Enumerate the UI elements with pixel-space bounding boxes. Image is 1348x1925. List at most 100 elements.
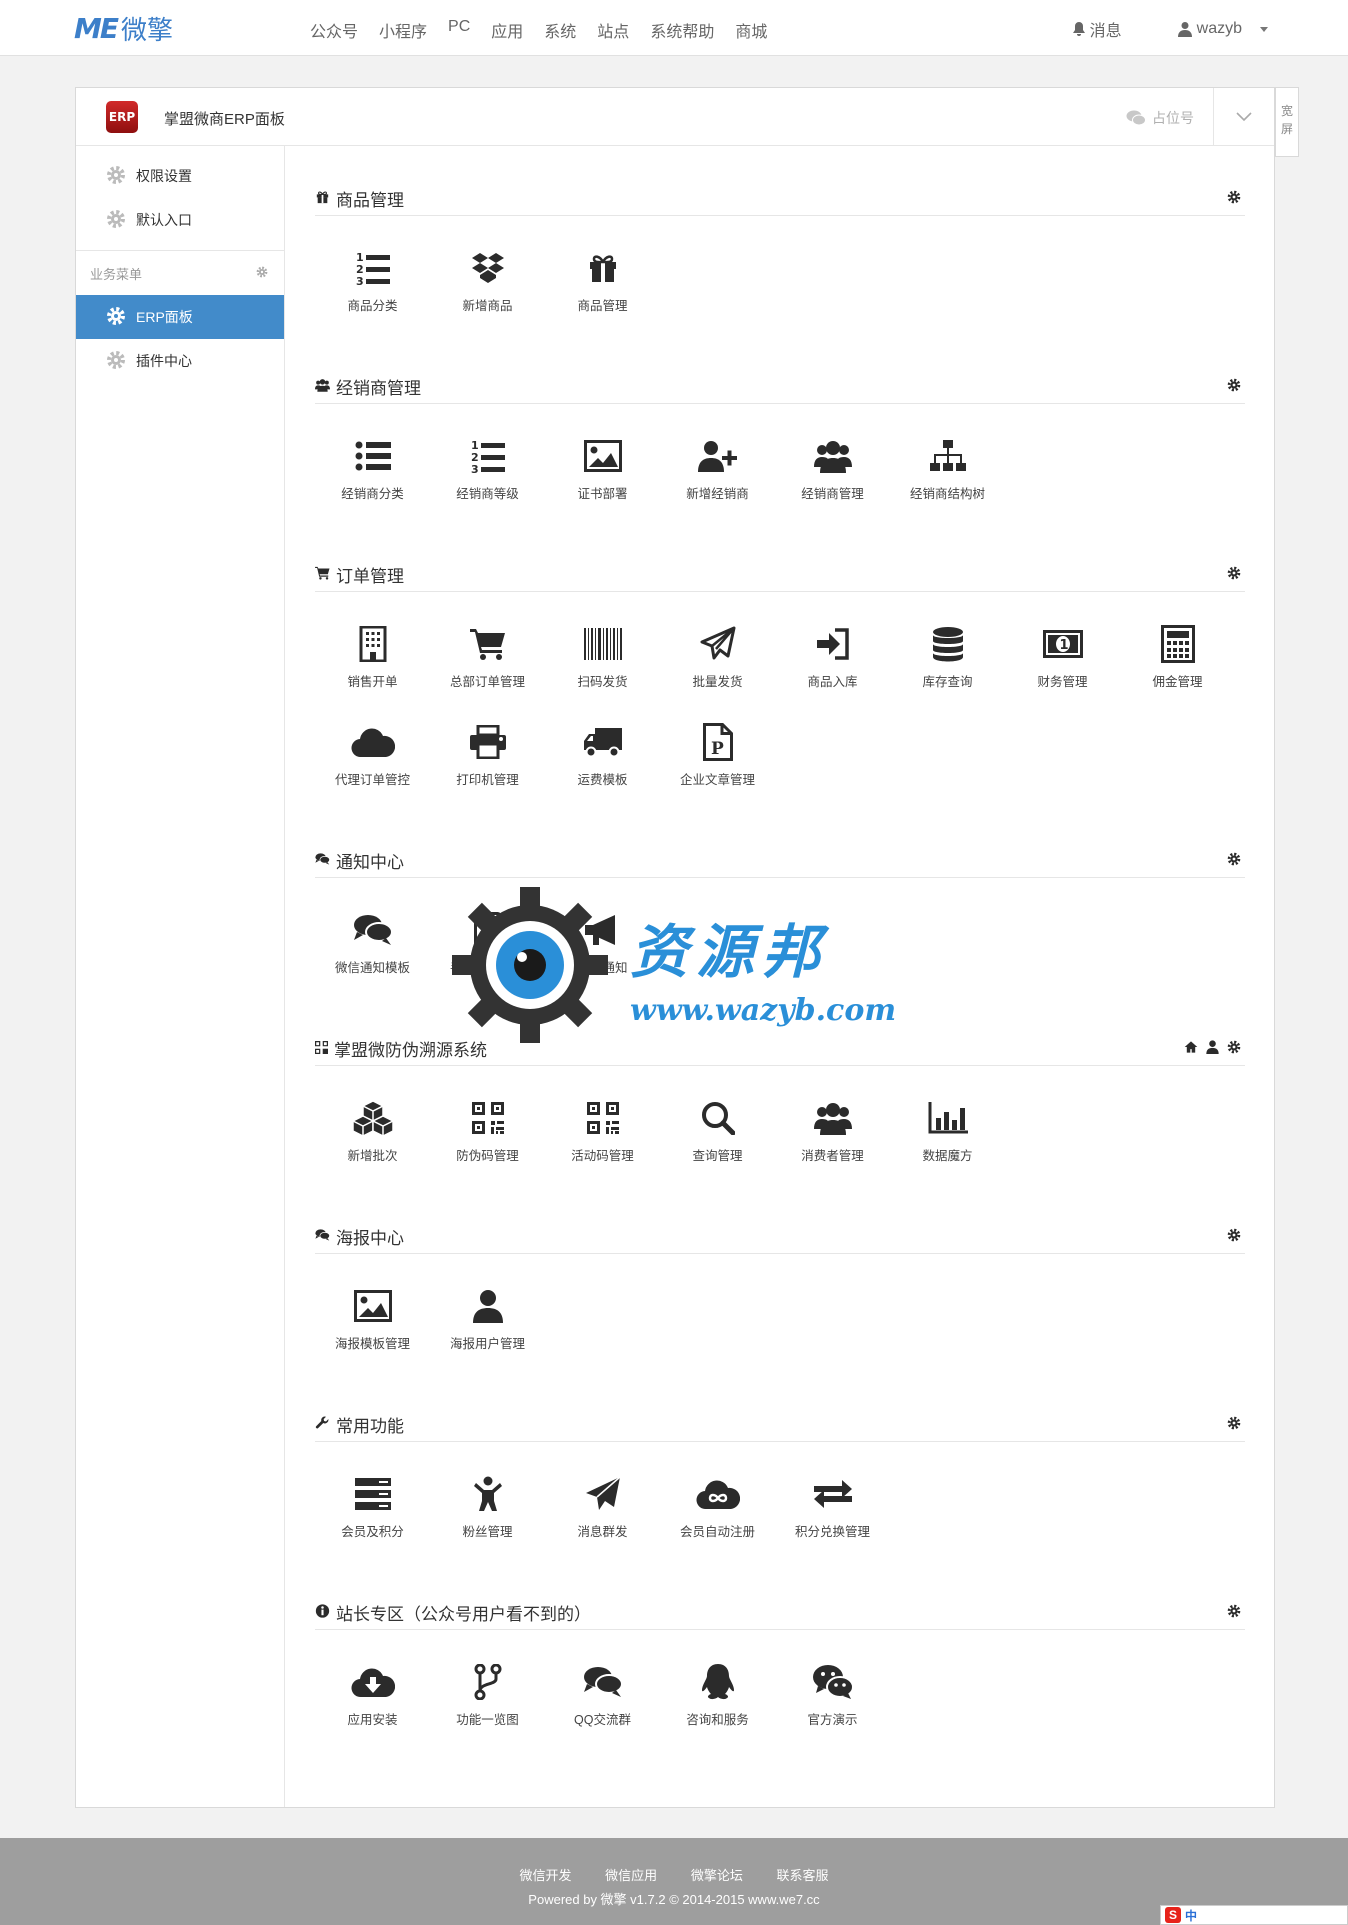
ime-toolbar[interactable]: S 中 (1160, 1905, 1348, 1925)
footer-link-forum[interactable]: 微擎论坛 (691, 1868, 743, 1883)
menu-tile-label: 打印机管理 (456, 773, 519, 787)
sidebar-item-default-entry[interactable]: 默认入口 (76, 198, 284, 242)
menu-tile[interactable]: 消费者管理 (775, 1066, 890, 1164)
section-title-text: 经销商管理 (336, 379, 421, 398)
nav-link-miniprogram[interactable]: 小程序 (379, 18, 427, 42)
sidebar-item-plugin-center[interactable]: 插件中心 (76, 339, 284, 383)
section-title: 常用功能 (315, 1412, 404, 1437)
tile-grid: 新增批次 防伪码管理 活动码管理 查询管理 消费者管理 数据魔方 (315, 1066, 1245, 1164)
footer-link-apps[interactable]: 微信应用 (605, 1868, 657, 1883)
user-plus-icon (696, 434, 740, 477)
wechat-icon (1126, 110, 1146, 126)
gear-icon[interactable] (1227, 852, 1241, 871)
gear-icon[interactable] (1227, 1040, 1241, 1059)
menu-tile[interactable]: 批量发货 (660, 592, 775, 690)
child-icon (466, 1472, 510, 1515)
menu-tile[interactable]: 总部订单管理 (430, 592, 545, 690)
chevron-down-icon[interactable] (1231, 103, 1257, 129)
menu-tile[interactable]: 粉丝管理 (430, 1442, 545, 1540)
comments-icon (315, 1227, 330, 1247)
nav-link-mall[interactable]: 商城 (735, 18, 767, 42)
section-title-text: 商品管理 (336, 191, 404, 210)
nav-link-site[interactable]: 站点 (597, 18, 629, 42)
menu-tile[interactable]: P 企业文章管理 (660, 690, 775, 788)
menu-tile[interactable]: 会员及积分 (315, 1442, 430, 1540)
menu-tile[interactable]: 消息群发 (545, 1442, 660, 1540)
menu-tile[interactable]: 商品管理 (545, 216, 660, 314)
ime-mode[interactable]: 中 (1185, 1907, 1197, 1924)
wrench-icon (315, 1415, 330, 1435)
gear-icon[interactable] (1227, 378, 1241, 397)
messages-link[interactable]: 消息 (1072, 17, 1122, 41)
user-icon[interactable] (1206, 1040, 1219, 1059)
user-menu[interactable]: wazyb (1177, 20, 1268, 38)
nav-link-apps[interactable]: 应用 (491, 18, 523, 42)
account-placeholder[interactable]: 占位号 (1126, 108, 1194, 128)
menu-tile[interactable]: 1 2 3 经销商等级 (430, 404, 545, 502)
footer-link-dev[interactable]: 微信开发 (520, 1868, 572, 1883)
sidebar-item-erp-panel[interactable]: ERP面板 (76, 295, 284, 339)
nav-link-help[interactable]: 系统帮助 (650, 18, 714, 42)
menu-tile-label: 证书部署 (577, 487, 628, 501)
menu-tile[interactable]: 经销商分类 (315, 404, 430, 502)
menu-tile-label: 海报模板管理 (334, 1337, 410, 1351)
section-tools (1219, 852, 1241, 871)
bar-chart-icon (926, 1096, 970, 1139)
gear-icon[interactable] (1227, 1416, 1241, 1435)
sidebar-item-permissions[interactable]: 权限设置 (76, 154, 284, 198)
menu-tile[interactable]: 防伪码管理 (430, 1066, 545, 1164)
site-logo[interactable]: ME 微擎 (74, 12, 173, 46)
gear-icon[interactable] (1227, 1604, 1241, 1623)
menu-tile[interactable]: 库存查询 (890, 592, 1005, 690)
menu-tile[interactable]: 咨询和服务 (660, 1630, 775, 1728)
menu-tile[interactable]: 1 财务管理 (1005, 592, 1120, 690)
qrcode-icon (466, 1096, 510, 1139)
nav-link-mp[interactable]: 公众号 (310, 18, 358, 42)
menu-tile[interactable]: 运费模板 (545, 690, 660, 788)
section-header: 海报中心 (315, 1214, 1245, 1254)
menu-tile[interactable]: 代理订单管控 (315, 690, 430, 788)
tile-grid: 1 2 3 商品分类 新增商品 商品管理 (315, 216, 1245, 314)
menu-tile[interactable]: 扫码发货 (545, 592, 660, 690)
widescreen-toggle[interactable]: 宽屏 (1275, 87, 1299, 157)
menu-tile[interactable]: 佣金管理 (1120, 592, 1235, 690)
menu-tile[interactable]: 经销商管理 (775, 404, 890, 502)
menu-tile[interactable]: 会员自动注册 (660, 1442, 775, 1540)
footer: 微信开发 微信应用 微擎论坛 联系客服 Powered by 微擎 v1.7.2… (0, 1838, 1348, 1925)
footer-link-support[interactable]: 联系客服 (776, 1868, 828, 1883)
menu-tile[interactable]: 经销商结构树 (890, 404, 1005, 502)
nav-link-pc[interactable]: PC (448, 18, 470, 42)
menu-tile[interactable]: 数据魔方 (890, 1066, 1005, 1164)
username: wazyb (1196, 20, 1242, 37)
menu-tile[interactable]: 积分兑换管理 (775, 1442, 890, 1540)
menu-tile[interactable]: 微信通知模板 (315, 878, 430, 976)
menu-tile[interactable]: 应用安装 (315, 1630, 430, 1728)
menu-tile[interactable]: 活动码管理 (545, 1066, 660, 1164)
menu-tile[interactable]: 打印机管理 (430, 690, 545, 788)
section-title-text: 通知中心 (336, 853, 404, 872)
menu-tile[interactable]: 海报用户管理 (430, 1254, 545, 1352)
gear-icon[interactable] (1227, 566, 1241, 585)
gear-icon[interactable] (1227, 1228, 1241, 1247)
menu-tile[interactable]: 官方演示 (775, 1630, 890, 1728)
menu-tile[interactable]: 功能一览图 (430, 1630, 545, 1728)
nav-link-system[interactable]: 系统 (544, 18, 576, 42)
menu-tile[interactable]: 新增经销商 (660, 404, 775, 502)
menu-tile-label: 消息群发 (577, 1525, 628, 1539)
menu-tile[interactable]: 新增商品 (430, 216, 545, 314)
menu-tile[interactable]: 销售开单 (315, 592, 430, 690)
menu-tile[interactable]: 证书部署 (545, 404, 660, 502)
menu-tile[interactable]: 海报模板管理 (315, 1254, 430, 1352)
menu-tile[interactable]: 查询管理 (660, 1066, 775, 1164)
menu-tile-label: 经销商分类 (341, 487, 404, 501)
sign-in-icon (811, 622, 855, 665)
menu-tile[interactable]: 商品入库 (775, 592, 890, 690)
users-icon (315, 377, 330, 397)
gear-icon[interactable] (1227, 190, 1241, 209)
menu-tile[interactable]: 1 2 3 商品分类 (315, 216, 430, 314)
menu-tile-label: 新增批次 (347, 1149, 398, 1163)
menu-tile[interactable]: 新增批次 (315, 1066, 430, 1164)
gear-icon[interactable] (256, 266, 268, 281)
menu-tile[interactable]: QQ交流群 (545, 1630, 660, 1728)
home-icon[interactable] (1184, 1040, 1198, 1059)
